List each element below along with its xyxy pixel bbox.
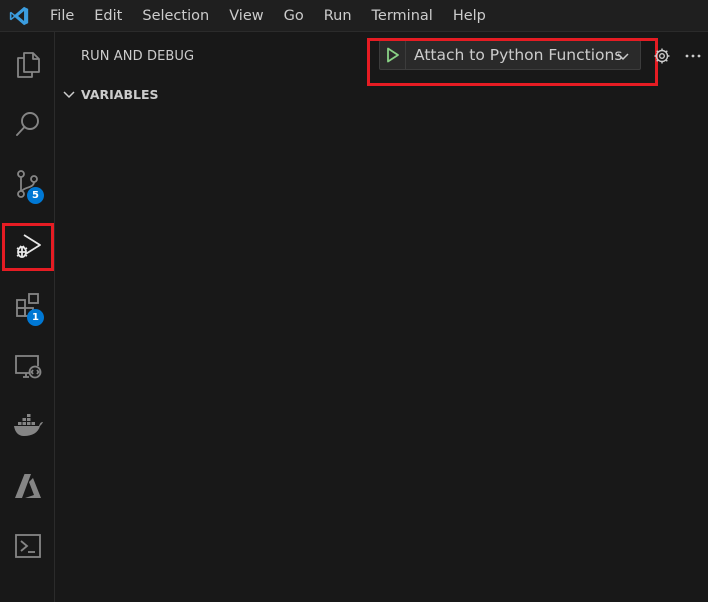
chevron-down-icon (63, 91, 75, 99)
menu-file[interactable]: File (39, 0, 83, 32)
activity-explorer[interactable] (0, 35, 55, 93)
launch-configuration-highlight (367, 38, 658, 86)
menu-view[interactable]: View (218, 0, 272, 32)
activity-powershell[interactable] (0, 517, 55, 575)
docker-icon (13, 414, 43, 436)
azure-icon (14, 474, 41, 498)
search-icon (15, 112, 39, 136)
files-icon (16, 52, 40, 78)
title-bar: File Edit Selection View Go Run Terminal… (0, 0, 708, 32)
menu-go[interactable]: Go (273, 0, 313, 32)
vscode-logo-icon[interactable] (8, 5, 30, 27)
view-title: RUN AND DEBUG (81, 49, 195, 64)
activity-bar: 5 1 (0, 32, 55, 602)
activity-extensions[interactable]: 1 (0, 277, 55, 335)
activity-source-control[interactable]: 5 (0, 155, 55, 213)
variables-section-header[interactable]: VARIABLES (62, 84, 158, 104)
activity-azure[interactable] (0, 457, 55, 515)
source-control-badge: 5 (27, 187, 44, 204)
run-debug-highlight (2, 223, 54, 271)
activity-docker[interactable] (0, 397, 55, 455)
menu-help[interactable]: Help (442, 0, 495, 32)
variables-section-label: VARIABLES (81, 86, 159, 102)
menu-run[interactable]: Run (313, 0, 361, 32)
activity-remote-explorer[interactable] (0, 337, 55, 395)
extensions-badge: 1 (27, 309, 44, 326)
remote-explorer-icon (14, 355, 41, 379)
run-and-debug-view: RUN AND DEBUG Attach to Python Functions… (56, 32, 708, 602)
menu-bar: File Edit Selection View Go Run Terminal… (39, 0, 495, 32)
more-actions-icon[interactable] (683, 47, 703, 65)
menu-edit[interactable]: Edit (83, 0, 131, 32)
activity-search[interactable] (0, 95, 55, 153)
menu-terminal[interactable]: Terminal (361, 0, 442, 32)
gear-icon[interactable] (653, 47, 671, 65)
terminal-icon (14, 534, 41, 558)
menu-selection[interactable]: Selection (131, 0, 218, 32)
